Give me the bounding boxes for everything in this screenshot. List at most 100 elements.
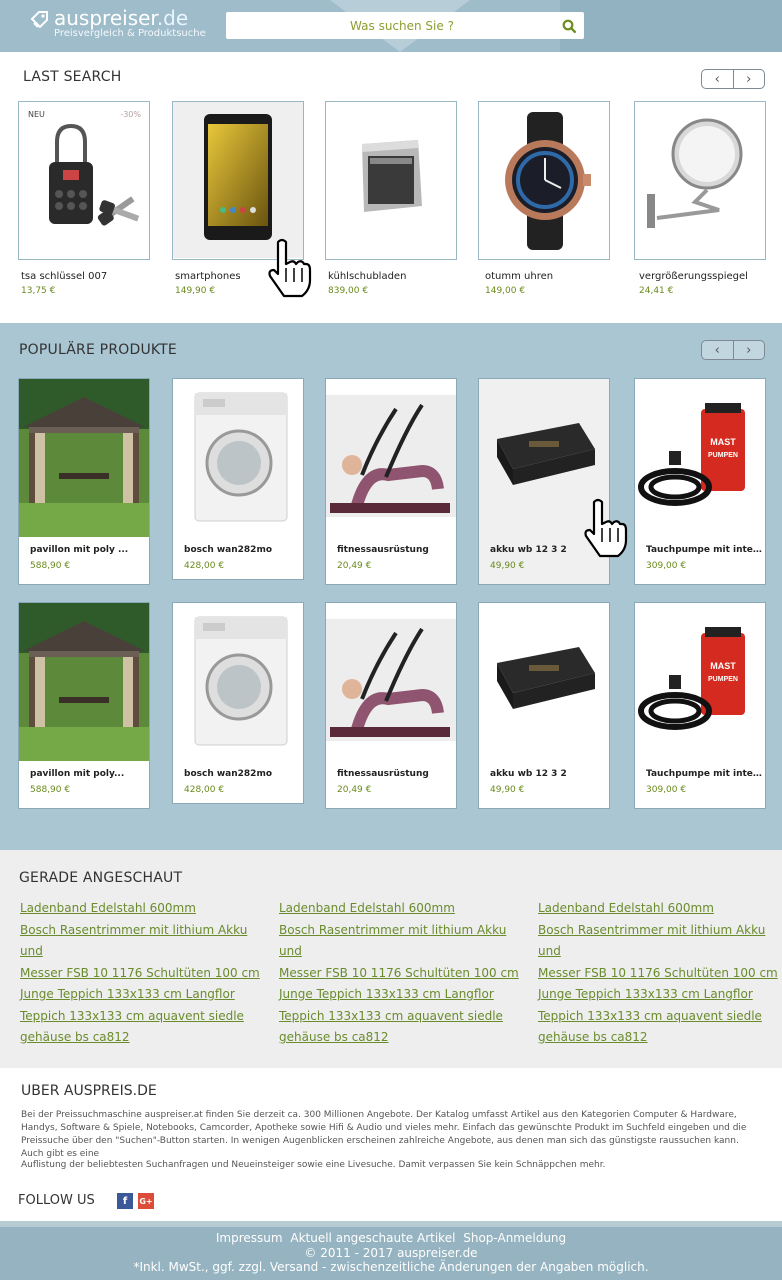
- last-search-caption: otumm uhren 149,00 €: [485, 271, 617, 296]
- search-input[interactable]: [226, 18, 554, 33]
- last-search-caption: tsa schlüssel 007 13,75 €: [21, 271, 153, 296]
- recent-links-column: Ladenband Edelstahl 600mm Bosch Rasentri…: [20, 898, 260, 1049]
- recent-link[interactable]: gehäuse bs ca812: [538, 1027, 778, 1049]
- product-price: 13,75 €: [21, 286, 56, 296]
- product-name[interactable]: vergrößerungsspiegel: [639, 271, 771, 282]
- recent-title: GERADE ANGESCHAUT: [19, 870, 183, 886]
- recent-link[interactable]: Junge Teppich 133x133 cm Langflor: [538, 984, 778, 1006]
- popular-card[interactable]: akku wb 12 3 2 49,90 €: [478, 378, 610, 585]
- recent-link[interactable]: Junge Teppich 133x133 cm Langflor: [279, 984, 519, 1006]
- last-search-pager: ‹ ›: [701, 69, 765, 89]
- popular-card[interactable]: fitnessausrüstung 20,49 €: [325, 602, 457, 809]
- recent-link[interactable]: Bosch Rasentrimmer mit lithium Akku und: [538, 920, 778, 963]
- footer-link-shop-registration[interactable]: Shop-Anmeldung: [463, 1231, 566, 1245]
- popular-card[interactable]: pavillon mit poly ... 588,90 €: [18, 378, 150, 585]
- last-search-card[interactable]: [634, 101, 766, 260]
- product-name[interactable]: tsa schlüssel 007: [21, 271, 153, 282]
- recent-link[interactable]: Teppich 133x133 cm aquavent siedle: [20, 1006, 260, 1028]
- header: auspreiser.de Preisvergleich & Produktsu…: [0, 0, 782, 52]
- popular-prev-button[interactable]: ‹: [702, 341, 733, 359]
- svg-text:PUMPEN: PUMPEN: [708, 676, 738, 683]
- popular-card[interactable]: bosch wan282mo 428,00 €: [172, 602, 304, 804]
- logo-tld: .de: [156, 6, 189, 30]
- product-image: [173, 102, 303, 258]
- product-image: [635, 102, 765, 258]
- last-search-caption: kühlschubladen 839,00 €: [328, 271, 460, 296]
- recent-link[interactable]: Messer FSB 10 1176 Schultüten 100 cm: [279, 963, 519, 985]
- product-price: 149,90 €: [175, 286, 216, 296]
- popular-card[interactable]: fitnessausrüstung 20,49 €: [325, 378, 457, 585]
- recent-link[interactable]: Bosch Rasentrimmer mit lithium Akku und: [20, 920, 260, 963]
- product-name: akku wb 12 3 2: [490, 769, 567, 779]
- product-image: [19, 603, 149, 761]
- product-price: 20,49 €: [337, 561, 372, 571]
- product-price: 20,49 €: [337, 785, 372, 795]
- product-price: 428,00 €: [184, 785, 225, 795]
- product-name: fitnessausrüstung: [337, 545, 429, 555]
- product-price: 588,90 €: [30, 561, 71, 571]
- popular-pager: ‹ ›: [701, 340, 765, 360]
- product-name[interactable]: kühlschubladen: [328, 271, 460, 282]
- recent-link[interactable]: gehäuse bs ca812: [279, 1027, 519, 1049]
- recent-links-column: Ladenband Edelstahl 600mm Bosch Rasentri…: [538, 898, 778, 1049]
- popular-card[interactable]: MAST PUMPEN Tauchpumpe mit integr... 309,…: [634, 602, 766, 809]
- last-search-prev-button[interactable]: ‹: [702, 70, 733, 88]
- logo-name: auspreiser: [54, 6, 157, 30]
- svg-text:MAST: MAST: [710, 437, 736, 447]
- about-text: Bei der Preissuchmaschine auspreiser.at …: [21, 1110, 747, 1159]
- last-search-card[interactable]: [478, 101, 610, 260]
- recent-link[interactable]: Ladenband Edelstahl 600mm: [279, 898, 519, 920]
- product-name: fitnessausrüstung: [337, 769, 429, 779]
- recent-link[interactable]: Teppich 133x133 cm aquavent siedle: [279, 1006, 519, 1028]
- popular-card[interactable]: akku wb 12 3 2 49,90 €: [478, 602, 610, 809]
- product-name[interactable]: otumm uhren: [485, 271, 617, 282]
- last-search-card[interactable]: [172, 101, 304, 260]
- popular-next-button[interactable]: ›: [732, 341, 765, 359]
- discount-badge: -30%: [120, 110, 141, 119]
- facebook-icon[interactable]: f: [117, 1193, 133, 1209]
- recent-link[interactable]: Messer FSB 10 1176 Schultüten 100 cm: [538, 963, 778, 985]
- popular-card[interactable]: pavillon mit poly... 588,90 €: [18, 602, 150, 809]
- product-image: [479, 102, 609, 258]
- about-text-2: Auflistung der beliebtesten Suchanfragen…: [21, 1160, 606, 1170]
- recent-link[interactable]: Messer FSB 10 1176 Schultüten 100 cm: [20, 963, 260, 985]
- product-name: Tauchpumpe mit integr...: [646, 545, 764, 555]
- product-name: pavillon mit poly ...: [30, 545, 129, 555]
- product-name: akku wb 12 3 2: [490, 545, 567, 555]
- popular-title: POPULÄRE PRODUKTE: [19, 342, 177, 358]
- recent-link[interactable]: Junge Teppich 133x133 cm Langflor: [20, 984, 260, 1006]
- product-image: MAST PUMPEN: [635, 379, 765, 537]
- recent-link[interactable]: gehäuse bs ca812: [20, 1027, 260, 1049]
- product-price: 49,90 €: [490, 785, 525, 795]
- footer-link-recent-articles[interactable]: Aktuell angeschaute Artikel: [290, 1231, 455, 1245]
- footer-links: Impressum Aktuell angeschaute Artikel Sh…: [0, 1231, 782, 1246]
- product-price: 309,00 €: [646, 785, 687, 795]
- popular-card[interactable]: MAST PUMPEN Tauchpumpe mit integr... 309,…: [634, 378, 766, 585]
- header-decoration: [560, 0, 782, 52]
- product-price: 309,00 €: [646, 561, 687, 571]
- product-price: 24,41 €: [639, 286, 674, 296]
- product-name[interactable]: smartphones: [175, 271, 307, 282]
- copyright: © 2011 - 2017 auspreiser.de: [304, 1245, 478, 1260]
- last-search-next-button[interactable]: ›: [732, 70, 765, 88]
- footer-link-impressum[interactable]: Impressum: [216, 1231, 283, 1245]
- logo-tagline: Preisvergleich & Produktsuche: [54, 28, 206, 39]
- recent-link[interactable]: Bosch Rasentrimmer mit lithium Akku und: [279, 920, 519, 963]
- last-search-card[interactable]: NEU -30%: [18, 101, 150, 260]
- product-name: pavillon mit poly...: [30, 769, 125, 779]
- google-plus-icon[interactable]: G+: [138, 1193, 154, 1209]
- product-image: [326, 102, 456, 258]
- search-button[interactable]: [554, 12, 584, 39]
- product-price: 149,00 €: [485, 286, 526, 296]
- about-title: UBER AUSPREIS.DE: [21, 1083, 157, 1099]
- last-search-card[interactable]: [325, 101, 457, 260]
- recent-link[interactable]: Ladenband Edelstahl 600mm: [20, 898, 260, 920]
- last-search-caption: vergrößerungsspiegel 24,41 €: [639, 271, 771, 296]
- product-image: [19, 379, 149, 537]
- popular-card[interactable]: bosch wan282mo 428,00 €: [172, 378, 304, 580]
- logo[interactable]: auspreiser.de Preisvergleich & Produktsu…: [30, 8, 206, 39]
- recent-link[interactable]: Ladenband Edelstahl 600mm: [538, 898, 778, 920]
- search-icon: [562, 19, 576, 33]
- product-image: [479, 379, 609, 537]
- recent-link[interactable]: Teppich 133x133 cm aquavent siedle: [538, 1006, 778, 1028]
